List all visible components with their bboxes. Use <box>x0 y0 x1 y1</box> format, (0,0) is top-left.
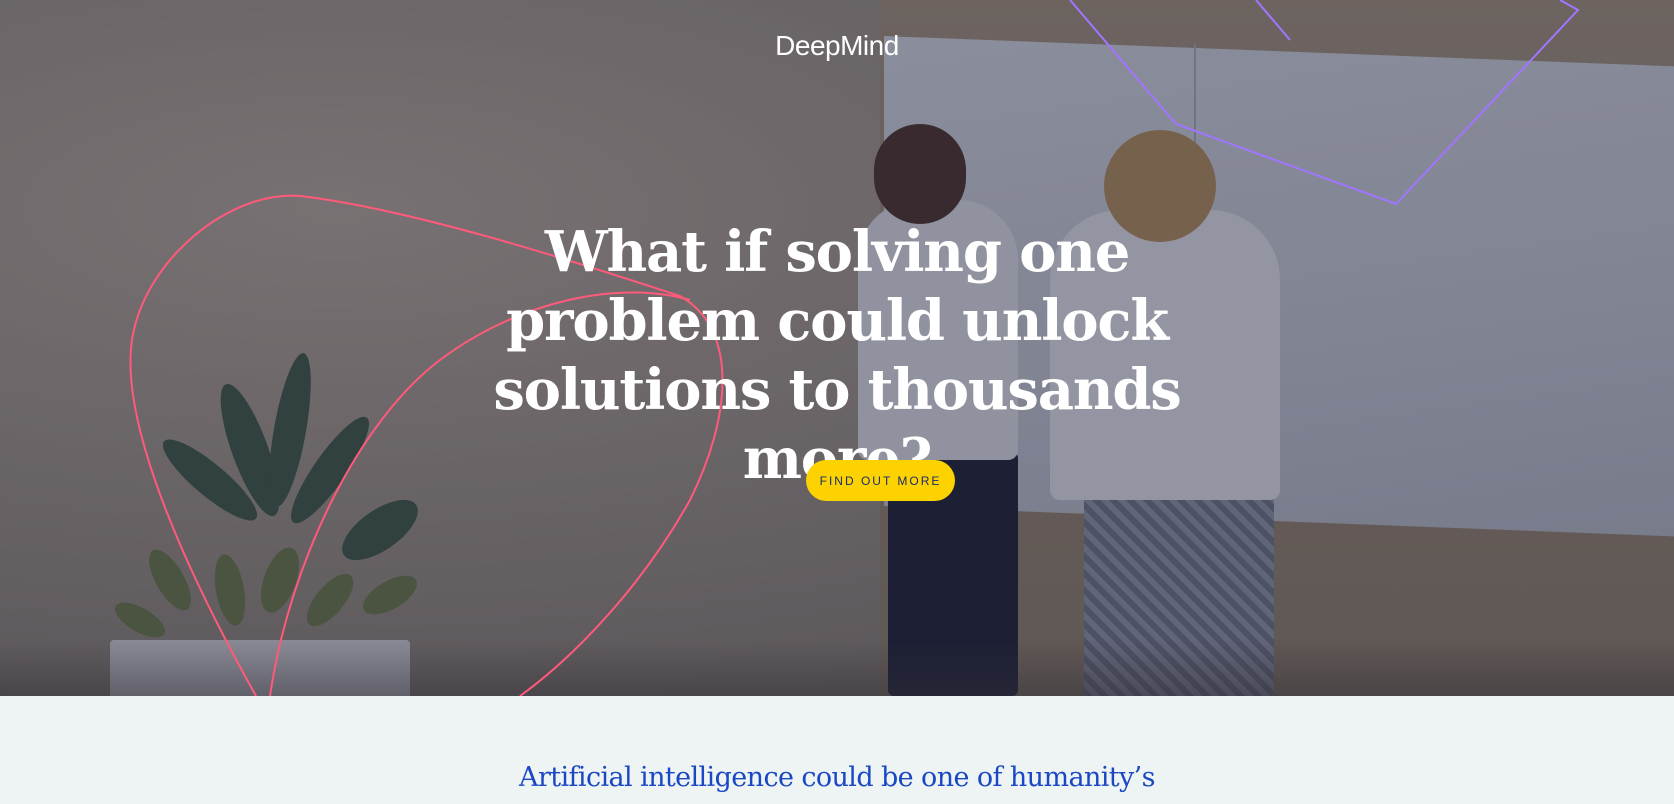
hero-section: DeepMind What if solving one problem cou… <box>0 0 1674 696</box>
intro-text: Artificial intelligence could be one of … <box>519 762 1155 793</box>
intro-section: Artificial intelligence could be one of … <box>0 696 1674 804</box>
hero-headline: What if solving one problem could unlock… <box>493 219 1181 492</box>
find-out-more-button[interactable]: FIND OUT MORE <box>806 460 955 501</box>
deepmind-logo[interactable]: DeepMind <box>0 30 1674 62</box>
